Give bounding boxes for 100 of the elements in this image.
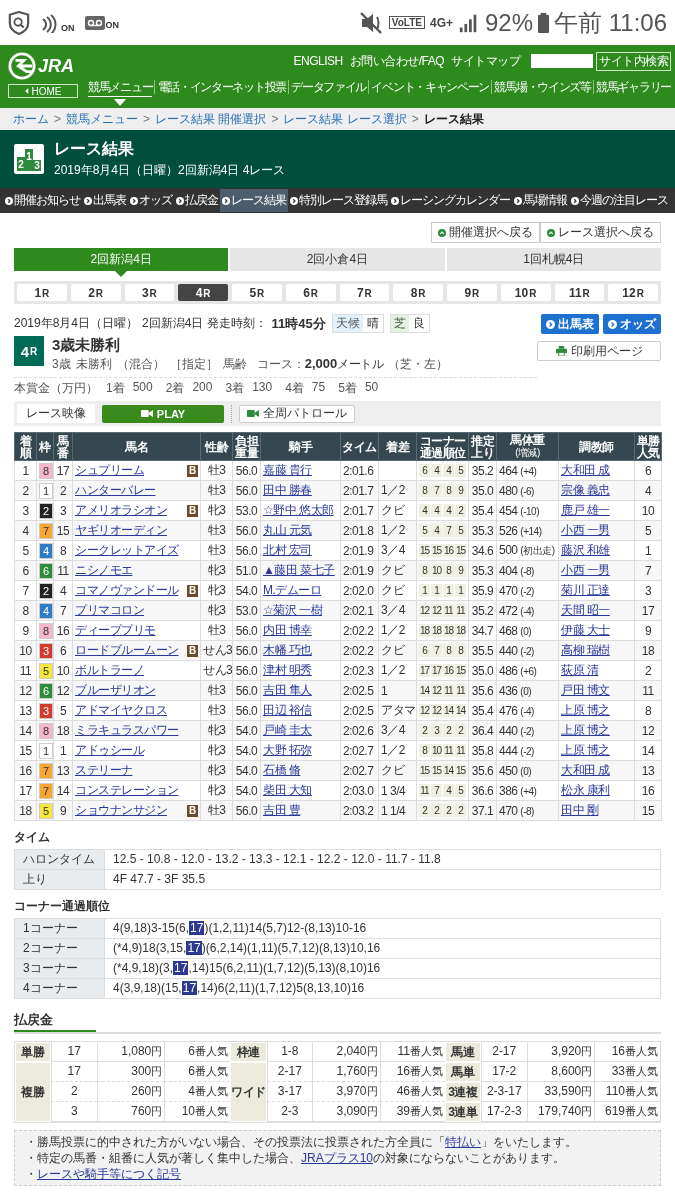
note-link[interactable]: 特払い [445, 1135, 481, 1149]
note-link[interactable]: JRAプラス10 [301, 1151, 374, 1165]
race-tab[interactable]: 4R [178, 284, 228, 301]
link-button[interactable]: 出馬表 [541, 314, 599, 334]
back-button[interactable]: 開催選択へ戻る [431, 222, 540, 243]
venue-tab[interactable]: 2回小倉4日 [230, 248, 445, 271]
horse-name-link[interactable]: シュプリーム [75, 462, 144, 479]
start-time: 11時45分 [271, 314, 326, 333]
corner-order: 4(3,9,18)(15,17,14)6(2,11)(1,7,12)5(8,13,10)16 [105, 979, 660, 999]
page-title: レース結果 [54, 139, 135, 159]
home-button[interactable]: HOME [8, 84, 78, 98]
table-cell: 1 [53, 740, 73, 761]
blinker-badge: B [187, 804, 198, 817]
table-cell: 6 [634, 460, 662, 481]
race-tab[interactable]: 6R [285, 284, 336, 301]
header-link[interactable]: お問い合わせ/FAQ [349, 52, 444, 70]
breadcrumb-separator: > [54, 112, 61, 126]
race-tab[interactable]: 3R [124, 284, 175, 301]
row-label: 上り [15, 870, 105, 890]
subnav-tab[interactable]: 払戻金 [174, 189, 220, 212]
table-cell: 牝3 [200, 740, 233, 761]
subnav-tab[interactable]: レーシングカレンダー [389, 189, 512, 212]
horse-name-link[interactable]: アメリオラシオン [75, 502, 167, 519]
payout-amount: 260円 [96, 1082, 165, 1102]
corner-position: 15 [431, 764, 442, 777]
horse-name-link[interactable]: ロードブルームーン [75, 642, 179, 659]
table-cell: 464 (+4) [496, 460, 559, 481]
weather-label: 天候 [332, 315, 363, 332]
header-link[interactable]: サイトマップ [451, 52, 520, 70]
corner-position: 5 [419, 524, 430, 537]
video-label: レース映像 [17, 404, 95, 423]
table-cell: 8 [634, 700, 662, 721]
venue-tab[interactable]: 2回新潟4日 [14, 248, 229, 271]
table-cell: 14 [634, 740, 662, 761]
corner-position: 12 [419, 704, 430, 717]
table-cell: 56.0 [232, 540, 261, 561]
note-link[interactable]: レースや騎手等につく記号 [37, 1167, 181, 1181]
prize-place: 3着 [225, 380, 245, 397]
race-tab[interactable]: 9R [447, 284, 497, 301]
corner-position: 2 [443, 724, 454, 737]
arrow-circle-icon [514, 196, 522, 205]
subnav-tab[interactable]: レース結果 [220, 189, 288, 212]
subnav-tab[interactable]: 今週の注目レース [569, 189, 670, 212]
search-field[interactable] [531, 54, 593, 68]
subnav-tab[interactable]: 馬場情報 [512, 189, 569, 212]
race-tab[interactable]: 12R [608, 284, 658, 301]
back-button[interactable]: レース選択へ戻る [540, 222, 661, 243]
table-cell: 牝3 [200, 500, 233, 521]
corner-position: 15 [455, 664, 466, 677]
corner-position: 4 [443, 504, 454, 517]
breadcrumb-link[interactable]: ホーム [13, 110, 49, 128]
nav-item[interactable]: 競馬場・ウインズ等 [494, 79, 591, 105]
corner-position: 8 [419, 484, 430, 497]
nav-item[interactable]: 競馬ギャラリー [596, 79, 671, 105]
play-button[interactable]: PLAY [102, 404, 224, 423]
race-tab[interactable]: 5R [232, 284, 282, 301]
venue-tab[interactable]: 1回札幌4日 [446, 248, 661, 271]
popularity-rank: 16番人気 [594, 1042, 660, 1062]
race-tab[interactable]: 7R [339, 284, 390, 301]
subnav-tab[interactable]: 出馬表 [82, 189, 128, 212]
nav-item[interactable]: 電話・インターネット投票 [157, 79, 286, 105]
table-cell: 9 [14, 620, 37, 641]
corner-position: 4 [443, 464, 454, 477]
shield-search-icon [8, 10, 30, 35]
corner-order: (*4,9)18(3,15,17)(6,2,14)(1,11)(5,7,12)(8,13)10,16 [105, 939, 660, 959]
frame-badge: 4 [39, 542, 53, 559]
corner-position: 14 [419, 684, 430, 697]
section-heading: タイム [14, 829, 51, 846]
payout-amount: 8,600円 [526, 1062, 595, 1082]
race-tab[interactable]: 1R [17, 284, 67, 301]
table-cell: 17 [50, 1042, 97, 1062]
frame-badge: 3 [39, 702, 53, 719]
nav-item[interactable]: イベント・キャンペーン [371, 79, 490, 105]
horse-name-link[interactable]: コマノヴァンドール [75, 582, 179, 599]
horse-name-link[interactable]: ショウナンサジン [75, 802, 167, 819]
print-button[interactable]: 印刷用ページ [537, 341, 661, 361]
breadcrumb-link[interactable]: レース結果 開催選択 [155, 110, 267, 128]
table-cell: 11 [14, 660, 37, 681]
search-button[interactable]: サイト内検索 [596, 51, 671, 71]
race-tab[interactable]: 8R [393, 284, 443, 301]
race-tab[interactable]: 11R [554, 284, 605, 301]
race-tab[interactable]: 10R [500, 284, 551, 301]
corner-position: 1 [419, 584, 430, 597]
breadcrumb-link[interactable]: 競馬メニュー [66, 110, 138, 128]
subnav-tab[interactable]: オッズ [128, 189, 174, 212]
link-button[interactable]: オッズ [603, 314, 661, 334]
blinker-badge: B [187, 644, 198, 657]
subnav-tab[interactable]: 特別レース登録馬 [288, 189, 389, 212]
corner-position: 6 [419, 644, 430, 657]
header-link[interactable]: ENGLISH [293, 54, 343, 68]
breadcrumb-link[interactable]: レース結果 レース選択 [283, 110, 407, 128]
table-cell: 56.0 [232, 460, 261, 481]
nav-item[interactable]: データファイル [291, 79, 367, 105]
subnav-tab[interactable]: 開催お知らせ [3, 189, 82, 212]
race-tab[interactable]: 2R [70, 284, 121, 301]
corner-order: 4(9,18)3-15(6,17)(1,2,11)14(5,7)12-(8,13)10-16 [105, 919, 660, 939]
patrol-button[interactable]: 全周パトロール [239, 404, 355, 423]
table-cell: 3 [53, 500, 73, 521]
row-label: ハロンタイム [15, 850, 105, 870]
table-cell: 16 [14, 760, 37, 781]
